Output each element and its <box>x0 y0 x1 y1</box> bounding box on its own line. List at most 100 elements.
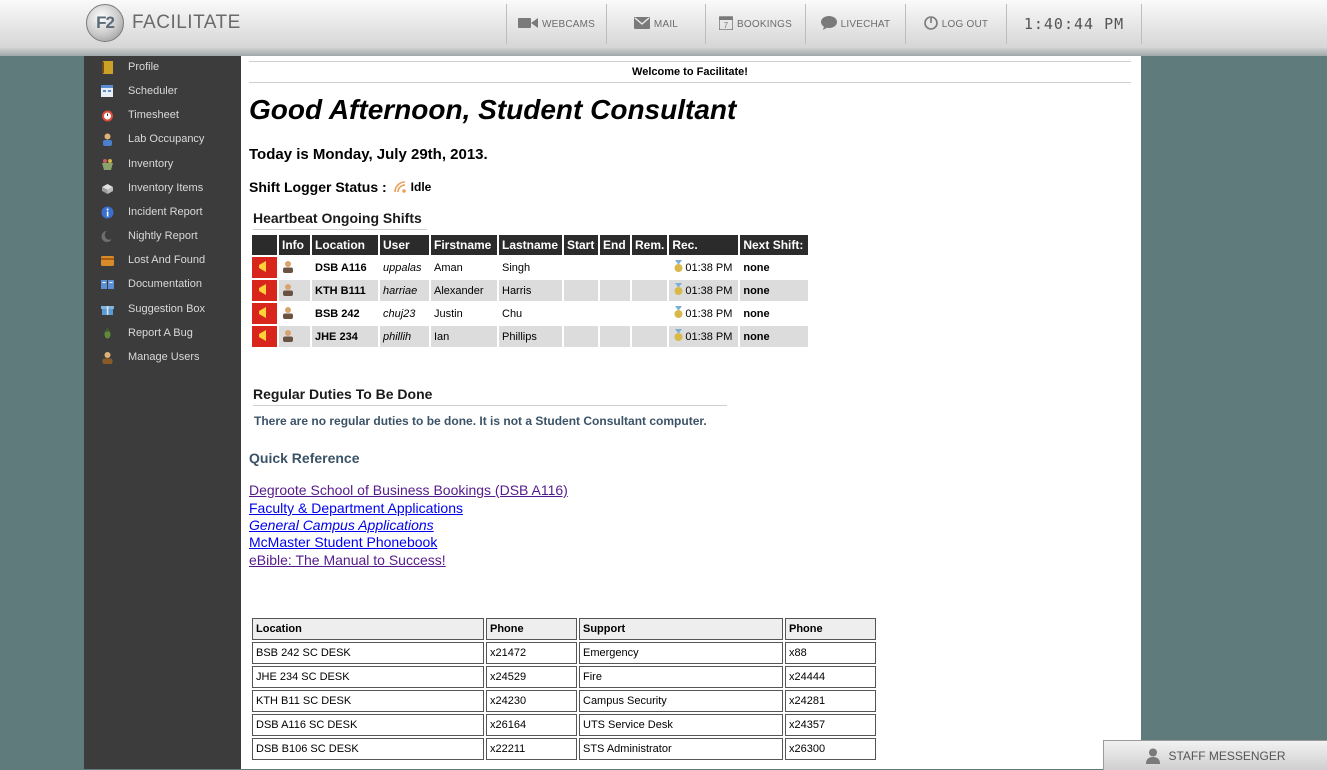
nav-label: BOOKINGS <box>737 18 792 30</box>
cell-lastname: Harris <box>499 280 562 301</box>
cell-lastname: Chu <box>502 307 523 320</box>
link-ebible[interactable]: eBible: The Manual to Success! <box>249 552 446 568</box>
link-student-phonebook[interactable]: McMaster Student Phonebook <box>249 534 437 550</box>
duties-message: There are no regular duties to be done. … <box>254 414 707 428</box>
cell-user: harriae <box>380 280 429 301</box>
sidebar-item-label: Suggestion Box <box>128 303 206 315</box>
cell: KTH B11 SC DESK <box>252 690 484 712</box>
info-button[interactable] <box>279 326 310 347</box>
calendar-icon: 7 <box>718 15 734 33</box>
user-icon <box>282 329 294 345</box>
sidebar-item-label: Inventory Items <box>128 182 204 194</box>
power-icon <box>923 15 938 33</box>
link-campus-applications[interactable]: General Campus Applications <box>249 517 434 533</box>
heartbeat-table: Info Location User Firstname Lastname St… <box>250 233 810 349</box>
info-button[interactable] <box>279 257 310 278</box>
cell: JHE 234 SC DESK <box>252 666 484 688</box>
cell: x21472 <box>486 642 577 664</box>
sidebar-item-label: Scheduler <box>128 85 178 97</box>
app-logo[interactable]: F2 FACILITATE <box>86 4 241 42</box>
sidebar-item-incident-report[interactable]: Incident Report <box>100 202 203 222</box>
megaphone-icon <box>258 306 271 321</box>
sidebar-item-report-a-bug[interactable]: Report A Bug <box>100 323 193 343</box>
cell: DSB A116 SC DESK <box>252 714 484 736</box>
sidebar-item-suggestion-box[interactable]: Suggestion Box <box>100 299 205 319</box>
cell-rem <box>632 303 667 324</box>
main-content: Welcome to Facilitate! Good Afternoon, S… <box>241 56 1141 769</box>
sidebar-item-lost-and-found[interactable]: Lost And Found <box>100 250 205 270</box>
users-icon <box>100 350 114 364</box>
cell: Emergency <box>579 642 783 664</box>
sidebar-item-profile[interactable]: Profile <box>100 57 159 77</box>
welcome-banner: Welcome to Facilitate! <box>249 61 1131 83</box>
nav-webcams-button[interactable]: WEBCAMS <box>506 4 607 44</box>
phone-directory-table: Location Phone Support Phone BSB 242 SC … <box>250 616 878 762</box>
column-header: Location <box>312 235 378 255</box>
rec-time: 01:38 PM <box>685 284 733 297</box>
table-row: KTH B111 harriae Alexander Harris 01:38 … <box>252 280 809 301</box>
table-header-row: Location Phone Support Phone <box>252 618 876 640</box>
sidebar-item-label: Timesheet <box>128 109 179 121</box>
table-row: DSB A116 uppalas Aman Singh 01:38 PM non… <box>252 257 808 278</box>
sidebar-item-label: Report A Bug <box>128 327 193 339</box>
cell-rem <box>632 280 668 301</box>
nav-mail-button[interactable]: MAIL <box>606 4 706 44</box>
info-button[interactable] <box>279 303 310 324</box>
nav-logout-button[interactable]: LOG OUT <box>905 4 1007 44</box>
column-header: Firstname <box>431 235 497 255</box>
nav-livechat-button[interactable]: LIVECHAT <box>805 4 906 44</box>
svg-text:7: 7 <box>724 21 729 30</box>
link-dsb-bookings[interactable]: Degroote School of Business Bookings (DS… <box>249 482 568 498</box>
alert-button[interactable] <box>252 303 277 324</box>
sidebar-item-manage-users[interactable]: Manage Users <box>100 347 200 367</box>
sidebar-item-scheduler[interactable]: Scheduler <box>100 81 178 101</box>
table-row: DSB A116 SC DESK x26164 UTS Service Desk… <box>252 714 876 736</box>
duties-section-title: Regular Duties To Be Done <box>253 386 727 406</box>
cell-rem <box>632 326 668 347</box>
cell-start <box>564 280 598 301</box>
sidebar-item-inventory[interactable]: Inventory <box>100 154 173 174</box>
cell-firstname: Ian <box>431 326 497 347</box>
sidebar-item-documentation[interactable]: Documentation <box>100 274 202 294</box>
sidebar-item-label: Profile <box>128 61 160 73</box>
moon-icon <box>100 229 114 243</box>
sidebar-item-inventory-items[interactable]: Inventory Items <box>100 178 203 198</box>
sidebar-item-timesheet[interactable]: Timesheet <box>100 105 179 125</box>
medal-icon <box>672 259 685 276</box>
cell-start <box>564 326 598 347</box>
sidebar-item-lab-occupancy[interactable]: Lab Occupancy <box>100 129 204 149</box>
megaphone-icon <box>258 329 271 344</box>
medal-icon <box>672 328 685 345</box>
gift-icon <box>100 302 114 316</box>
sidebar-item-nightly-report[interactable]: Nightly Report <box>100 226 198 246</box>
cell-rec: 01:38 PM <box>669 303 738 324</box>
column-header: Rec. <box>669 235 739 255</box>
sidebar-item-label: Lost And Found <box>128 254 206 266</box>
cell: x24230 <box>486 690 577 712</box>
staff-messenger-button[interactable]: STAFF MESSENGER <box>1103 740 1327 770</box>
alert-button[interactable] <box>252 257 277 278</box>
camera-icon <box>517 17 538 32</box>
mail-icon <box>633 16 650 32</box>
cell: STS Administrator <box>579 738 783 760</box>
cell: x24357 <box>785 714 876 736</box>
nav-label: MAIL <box>653 18 679 30</box>
megaphone-icon <box>258 283 271 298</box>
cell-lastname: Phillips <box>499 326 562 347</box>
basket-icon <box>100 157 114 171</box>
info-button[interactable] <box>279 280 310 301</box>
top-bar-shadow <box>0 48 1327 56</box>
link-faculty-applications[interactable]: Faculty & Department Applications <box>249 500 463 516</box>
cell-next-shift: none <box>740 326 809 347</box>
user-icon <box>282 306 294 322</box>
alert-button[interactable] <box>252 326 277 347</box>
nav-label: WEBCAMS <box>541 18 596 30</box>
alert-button[interactable] <box>252 280 277 301</box>
calendar-icon <box>100 84 114 98</box>
table-row: BSB 242 chuj23 Justin Chu 01:38 PM none <box>252 303 808 324</box>
cell-firstname: Alexander <box>431 280 497 301</box>
user-icon <box>282 260 294 276</box>
column-header: Support <box>579 618 783 640</box>
nav-label: LIVECHAT <box>840 18 891 30</box>
nav-bookings-button[interactable]: 7 BOOKINGS <box>705 4 806 44</box>
